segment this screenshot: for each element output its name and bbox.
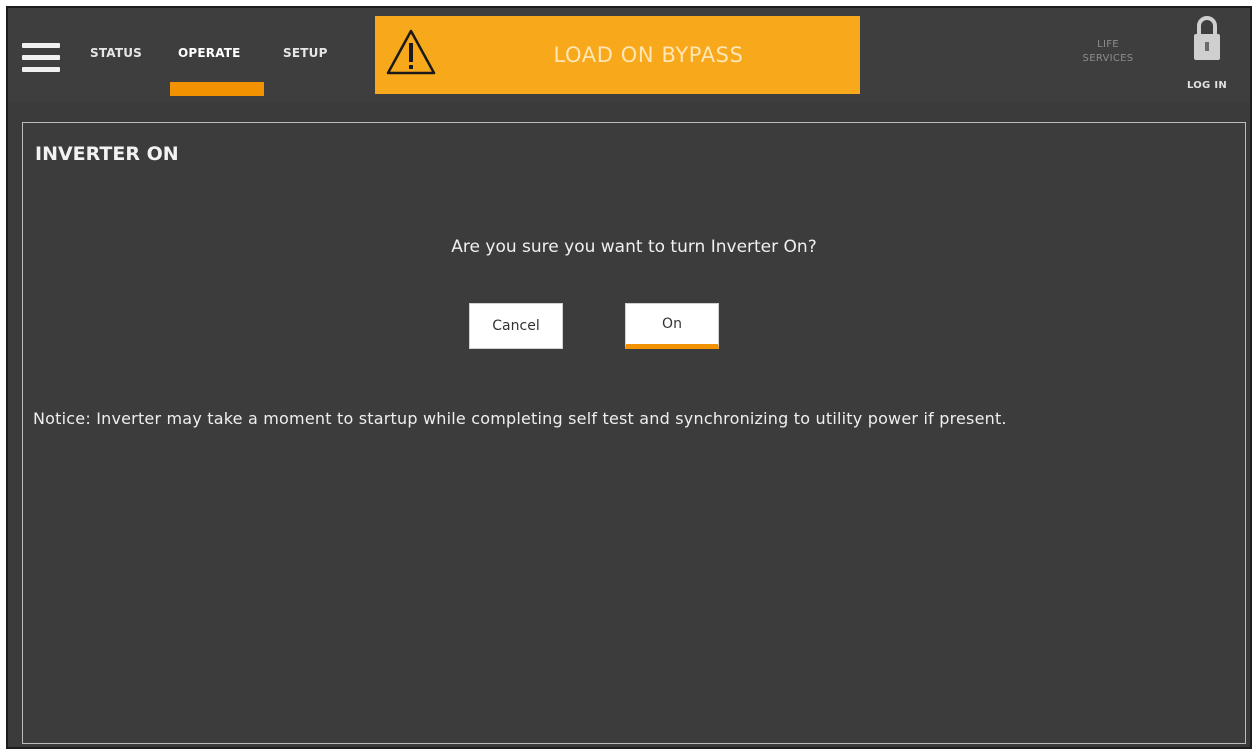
hamburger-menu-icon[interactable] [22,43,60,73]
life-services-line2: SERVICES [1082,53,1134,64]
life-services-button[interactable]: LIFE SERVICES [1068,38,1148,66]
lock-icon [1194,16,1220,60]
inverter-on-dialog: INVERTER ON Are you sure you want to tur… [22,122,1246,744]
warning-triangle-icon [386,29,436,75]
cancel-button[interactable]: Cancel [469,303,563,349]
top-bar: STATUS OPERATE SETUP LOAD ON BYPASS LIFE… [8,8,1250,102]
tab-operate[interactable]: OPERATE [178,46,241,60]
tab-status[interactable]: STATUS [90,46,142,60]
login-button[interactable]: LOG IN [1178,14,1248,98]
tab-setup[interactable]: SETUP [283,46,328,60]
notice-text: Notice: Inverter may take a moment to st… [33,409,1007,428]
device-screen: STATUS OPERATE SETUP LOAD ON BYPASS LIFE… [6,6,1252,749]
confirm-question: Are you sure you want to turn Inverter O… [451,237,817,257]
alarm-banner[interactable]: LOAD ON BYPASS [375,16,860,94]
alarm-text: LOAD ON BYPASS [553,43,744,67]
life-services-line1: LIFE [1097,39,1119,50]
active-tab-indicator [170,82,264,96]
login-label: LOG IN [1186,80,1228,91]
dialog-title: INVERTER ON [35,143,179,165]
on-button[interactable]: On [625,303,719,349]
